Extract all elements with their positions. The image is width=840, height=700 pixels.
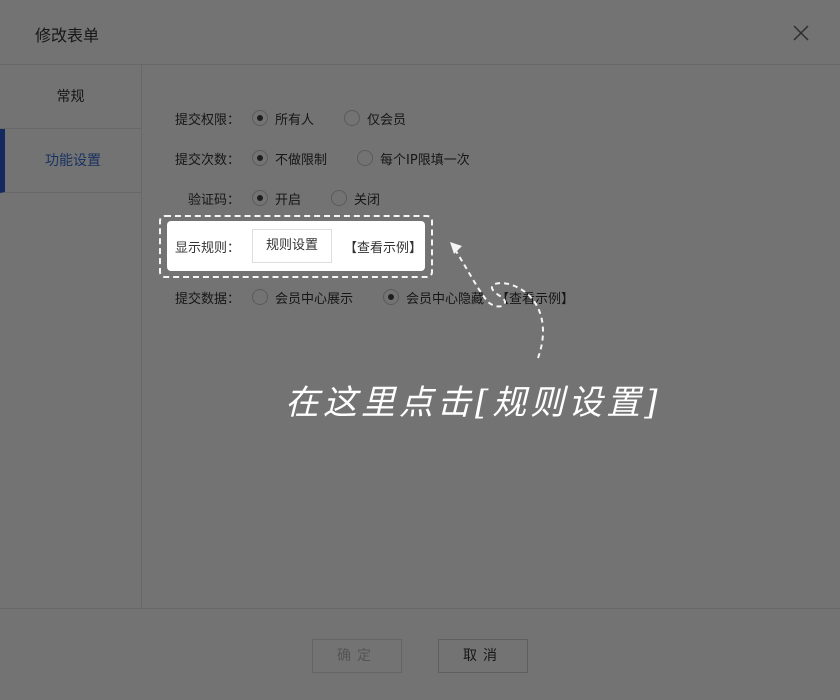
display-rules-highlight: 显示规则： 规则设置 【查看示例】 [167,221,425,271]
submit-permission-label: 提交权限： [174,112,240,128]
edit-form-dialog: 修改表单 常规 功能设置 提交权限： 所有人 仅会员 提交次数： 不做限制 每个… [0,0,840,700]
submit-data-example-link[interactable]: 【查看示例】 [496,288,574,307]
radio-label: 关闭 [354,192,381,208]
submit-data-label: 提交数据： [174,291,240,307]
radio-label: 开启 [275,192,302,208]
radio-icon [252,289,268,305]
submit-permission-row: 提交权限： 所有人 仅会员 [142,107,424,129]
radio-no-limit[interactable]: 不做限制 [240,149,327,168]
radio-label: 不做限制 [275,152,328,168]
dialog-footer: 确定 取消 [0,608,840,700]
radio-everyone[interactable]: 所有人 [240,109,314,128]
cancel-button[interactable]: 取消 [438,639,528,673]
captcha-label: 验证码： [187,192,240,208]
submit-times-row: 提交次数： 不做限制 每个IP限填一次 [142,147,488,169]
tutorial-annotation: 在这里点击[规则设置] [285,383,662,423]
confirm-button[interactable]: 确定 [312,639,402,673]
radio-icon [331,190,348,206]
radio-member-center-show[interactable]: 会员中心展示 [240,288,353,307]
submit-times-label: 提交次数： [174,152,240,168]
radio-icon [252,190,268,206]
radio-captcha-on[interactable]: 开启 [240,189,301,208]
radio-icon [383,289,400,305]
radio-icon [344,110,361,126]
radio-icon [252,150,268,166]
close-icon[interactable] [790,22,812,44]
radio-once-per-ip[interactable]: 每个IP限填一次 [345,149,470,168]
radio-label: 会员中心展示 [275,291,354,307]
display-rules-example-link[interactable]: 【查看示例】 [344,237,422,256]
radio-member-center-hide[interactable]: 会员中心隐藏 [371,288,484,307]
sidebar: 常规 功能设置 [0,65,142,608]
sidebar-item-function-settings[interactable]: 功能设置 [0,129,141,193]
radio-captcha-off[interactable]: 关闭 [319,189,380,208]
radio-label: 所有人 [275,112,315,128]
dialog-title: 修改表单 [35,26,100,45]
submit-data-row: 提交数据： 会员中心展示 会员中心隐藏 【查看示例】 [142,286,574,308]
radio-members-only[interactable]: 仅会员 [332,109,406,128]
sidebar-item-general[interactable]: 常规 [0,65,141,129]
radio-icon [252,110,268,126]
radio-label: 会员中心隐藏 [406,291,485,307]
captcha-row: 验证码： 开启 关闭 [142,187,398,209]
radio-label: 每个IP限填一次 [380,152,470,168]
display-rules-label: 显示规则： [175,240,241,256]
dialog-header: 修改表单 [0,0,840,65]
radio-icon [357,150,374,166]
rule-settings-button[interactable]: 规则设置 [252,229,333,263]
radio-label: 仅会员 [367,112,407,128]
